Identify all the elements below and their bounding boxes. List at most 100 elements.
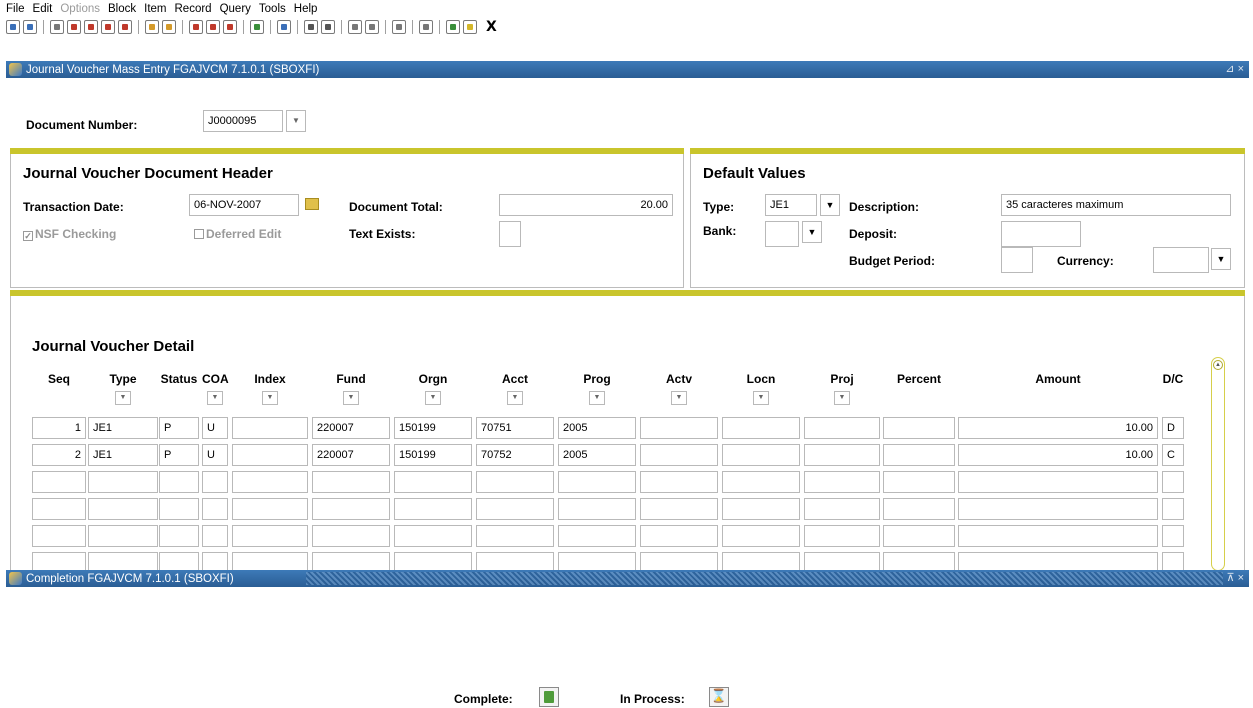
cell-fund[interactable]: 220007	[312, 417, 390, 439]
menu-item[interactable]: Item	[144, 3, 166, 15]
cell-amount[interactable]	[958, 525, 1158, 547]
menu-file[interactable]: File	[6, 3, 25, 15]
type-field[interactable]: JE1	[765, 194, 817, 216]
document-total-field[interactable]: 20.00	[499, 194, 673, 216]
column-sort-icon[interactable]: ▼	[753, 391, 769, 405]
cell-actv[interactable]	[640, 444, 718, 466]
print-icon[interactable]	[50, 20, 64, 34]
cell-dc[interactable]	[1162, 471, 1184, 493]
cell-proj[interactable]	[804, 417, 880, 439]
column-sort-icon[interactable]: ▼	[115, 391, 131, 405]
help-icon[interactable]	[419, 20, 433, 34]
cell-percent[interactable]	[883, 417, 955, 439]
cell-coa[interactable]	[202, 525, 228, 547]
text-exists-field[interactable]	[499, 221, 521, 247]
cell-actv[interactable]	[640, 471, 718, 493]
cancel-query-icon[interactable]	[348, 20, 362, 34]
bank-dropdown-button[interactable]: ▼	[802, 221, 822, 243]
menu-block[interactable]: Block	[108, 3, 136, 15]
column-sort-icon[interactable]: ▼	[834, 391, 850, 405]
description-field[interactable]: 35 caracteres maximum	[1001, 194, 1231, 216]
detail-scrollbar[interactable]: ▲	[1211, 357, 1225, 571]
menu-query[interactable]: Query	[220, 3, 251, 15]
cell-prog[interactable]: 2005	[558, 417, 636, 439]
cell-prog[interactable]	[558, 498, 636, 520]
cell-prog[interactable]: 2005	[558, 444, 636, 466]
cell-index[interactable]	[232, 525, 308, 547]
cell-status[interactable]: P	[159, 417, 199, 439]
in-process-button[interactable]: ⌛	[709, 687, 729, 707]
cell-coa[interactable]	[202, 498, 228, 520]
delete-record-icon[interactable]	[223, 20, 237, 34]
save-icon[interactable]	[6, 20, 20, 34]
cell-orgn[interactable]	[394, 498, 472, 520]
cell-prog[interactable]	[558, 471, 636, 493]
cell-locn[interactable]	[722, 444, 800, 466]
column-sort-icon[interactable]: ▼	[507, 391, 523, 405]
cell-acct[interactable]	[476, 525, 554, 547]
cell-coa[interactable]	[202, 471, 228, 493]
cell-percent[interactable]	[883, 471, 955, 493]
cell-orgn[interactable]: 150199	[394, 417, 472, 439]
cell-acct[interactable]: 70752	[476, 444, 554, 466]
cell-dc[interactable]	[1162, 525, 1184, 547]
cell-actv[interactable]	[640, 498, 718, 520]
cell-seq[interactable]: 1	[32, 417, 86, 439]
next-record-icon[interactable]	[162, 20, 176, 34]
complete-button[interactable]	[539, 687, 559, 707]
cell-amount[interactable]: 10.00	[958, 417, 1158, 439]
exit-button[interactable]: X	[486, 20, 497, 34]
menu-options[interactable]: Options	[60, 3, 100, 15]
currency-field[interactable]	[1153, 247, 1209, 273]
cell-index[interactable]	[232, 444, 308, 466]
cell-orgn[interactable]	[394, 471, 472, 493]
cell-fund[interactable]	[312, 525, 390, 547]
exit-block-icon[interactable]	[118, 20, 132, 34]
completion-window-controls[interactable]: ⊼ ×	[1226, 571, 1244, 584]
info-icon[interactable]	[446, 20, 460, 34]
cell-fund[interactable]	[312, 471, 390, 493]
cell-type[interactable]: JE1	[88, 417, 158, 439]
column-sort-icon[interactable]: ▼	[343, 391, 359, 405]
bank-field[interactable]	[765, 221, 799, 247]
cell-seq[interactable]	[32, 471, 86, 493]
cell-dc[interactable]: D	[1162, 417, 1184, 439]
menu-help[interactable]: Help	[294, 3, 318, 15]
cell-type[interactable]	[88, 471, 158, 493]
cell-acct[interactable]: 70751	[476, 417, 554, 439]
cell-proj[interactable]	[804, 444, 880, 466]
menu-tools[interactable]: Tools	[259, 3, 286, 15]
previous-block-icon[interactable]	[84, 20, 98, 34]
cell-index[interactable]	[232, 471, 308, 493]
document-number-dropdown-button[interactable]: ▼	[286, 110, 306, 132]
nsf-checking-checkbox[interactable]: ✓ NSF Checking	[23, 227, 116, 241]
remove-record-icon[interactable]	[206, 20, 220, 34]
column-sort-icon[interactable]: ▼	[671, 391, 687, 405]
printer-icon[interactable]	[277, 20, 291, 34]
cell-seq[interactable]	[32, 525, 86, 547]
select-icon[interactable]	[67, 20, 81, 34]
cell-proj[interactable]	[804, 525, 880, 547]
deferred-checkbox-icon[interactable]	[194, 229, 204, 239]
cell-type[interactable]: JE1	[88, 444, 158, 466]
cell-status[interactable]: P	[159, 444, 199, 466]
nsf-checkbox-icon[interactable]: ✓	[23, 231, 33, 241]
cell-orgn[interactable]: 150199	[394, 444, 472, 466]
currency-dropdown-button[interactable]: ▼	[1211, 248, 1231, 270]
cell-fund[interactable]	[312, 498, 390, 520]
cell-actv[interactable]	[640, 417, 718, 439]
cell-status[interactable]	[159, 471, 199, 493]
bulb-icon[interactable]	[463, 20, 477, 34]
window-title-bar[interactable]: Journal Voucher Mass Entry FGAJVCM 7.1.0…	[6, 61, 1249, 78]
cell-actv[interactable]	[640, 525, 718, 547]
cell-percent[interactable]	[883, 525, 955, 547]
menu-edit[interactable]: Edit	[33, 3, 53, 15]
column-sort-icon[interactable]: ▼	[262, 391, 278, 405]
cell-proj[interactable]	[804, 471, 880, 493]
cell-coa[interactable]: U	[202, 417, 228, 439]
cell-fund[interactable]: 220007	[312, 444, 390, 466]
rollback-icon[interactable]	[23, 20, 37, 34]
deferred-edit-checkbox[interactable]: Deferred Edit	[194, 227, 281, 241]
cell-dc[interactable]: C	[1162, 444, 1184, 466]
column-sort-icon[interactable]: ▼	[207, 391, 223, 405]
